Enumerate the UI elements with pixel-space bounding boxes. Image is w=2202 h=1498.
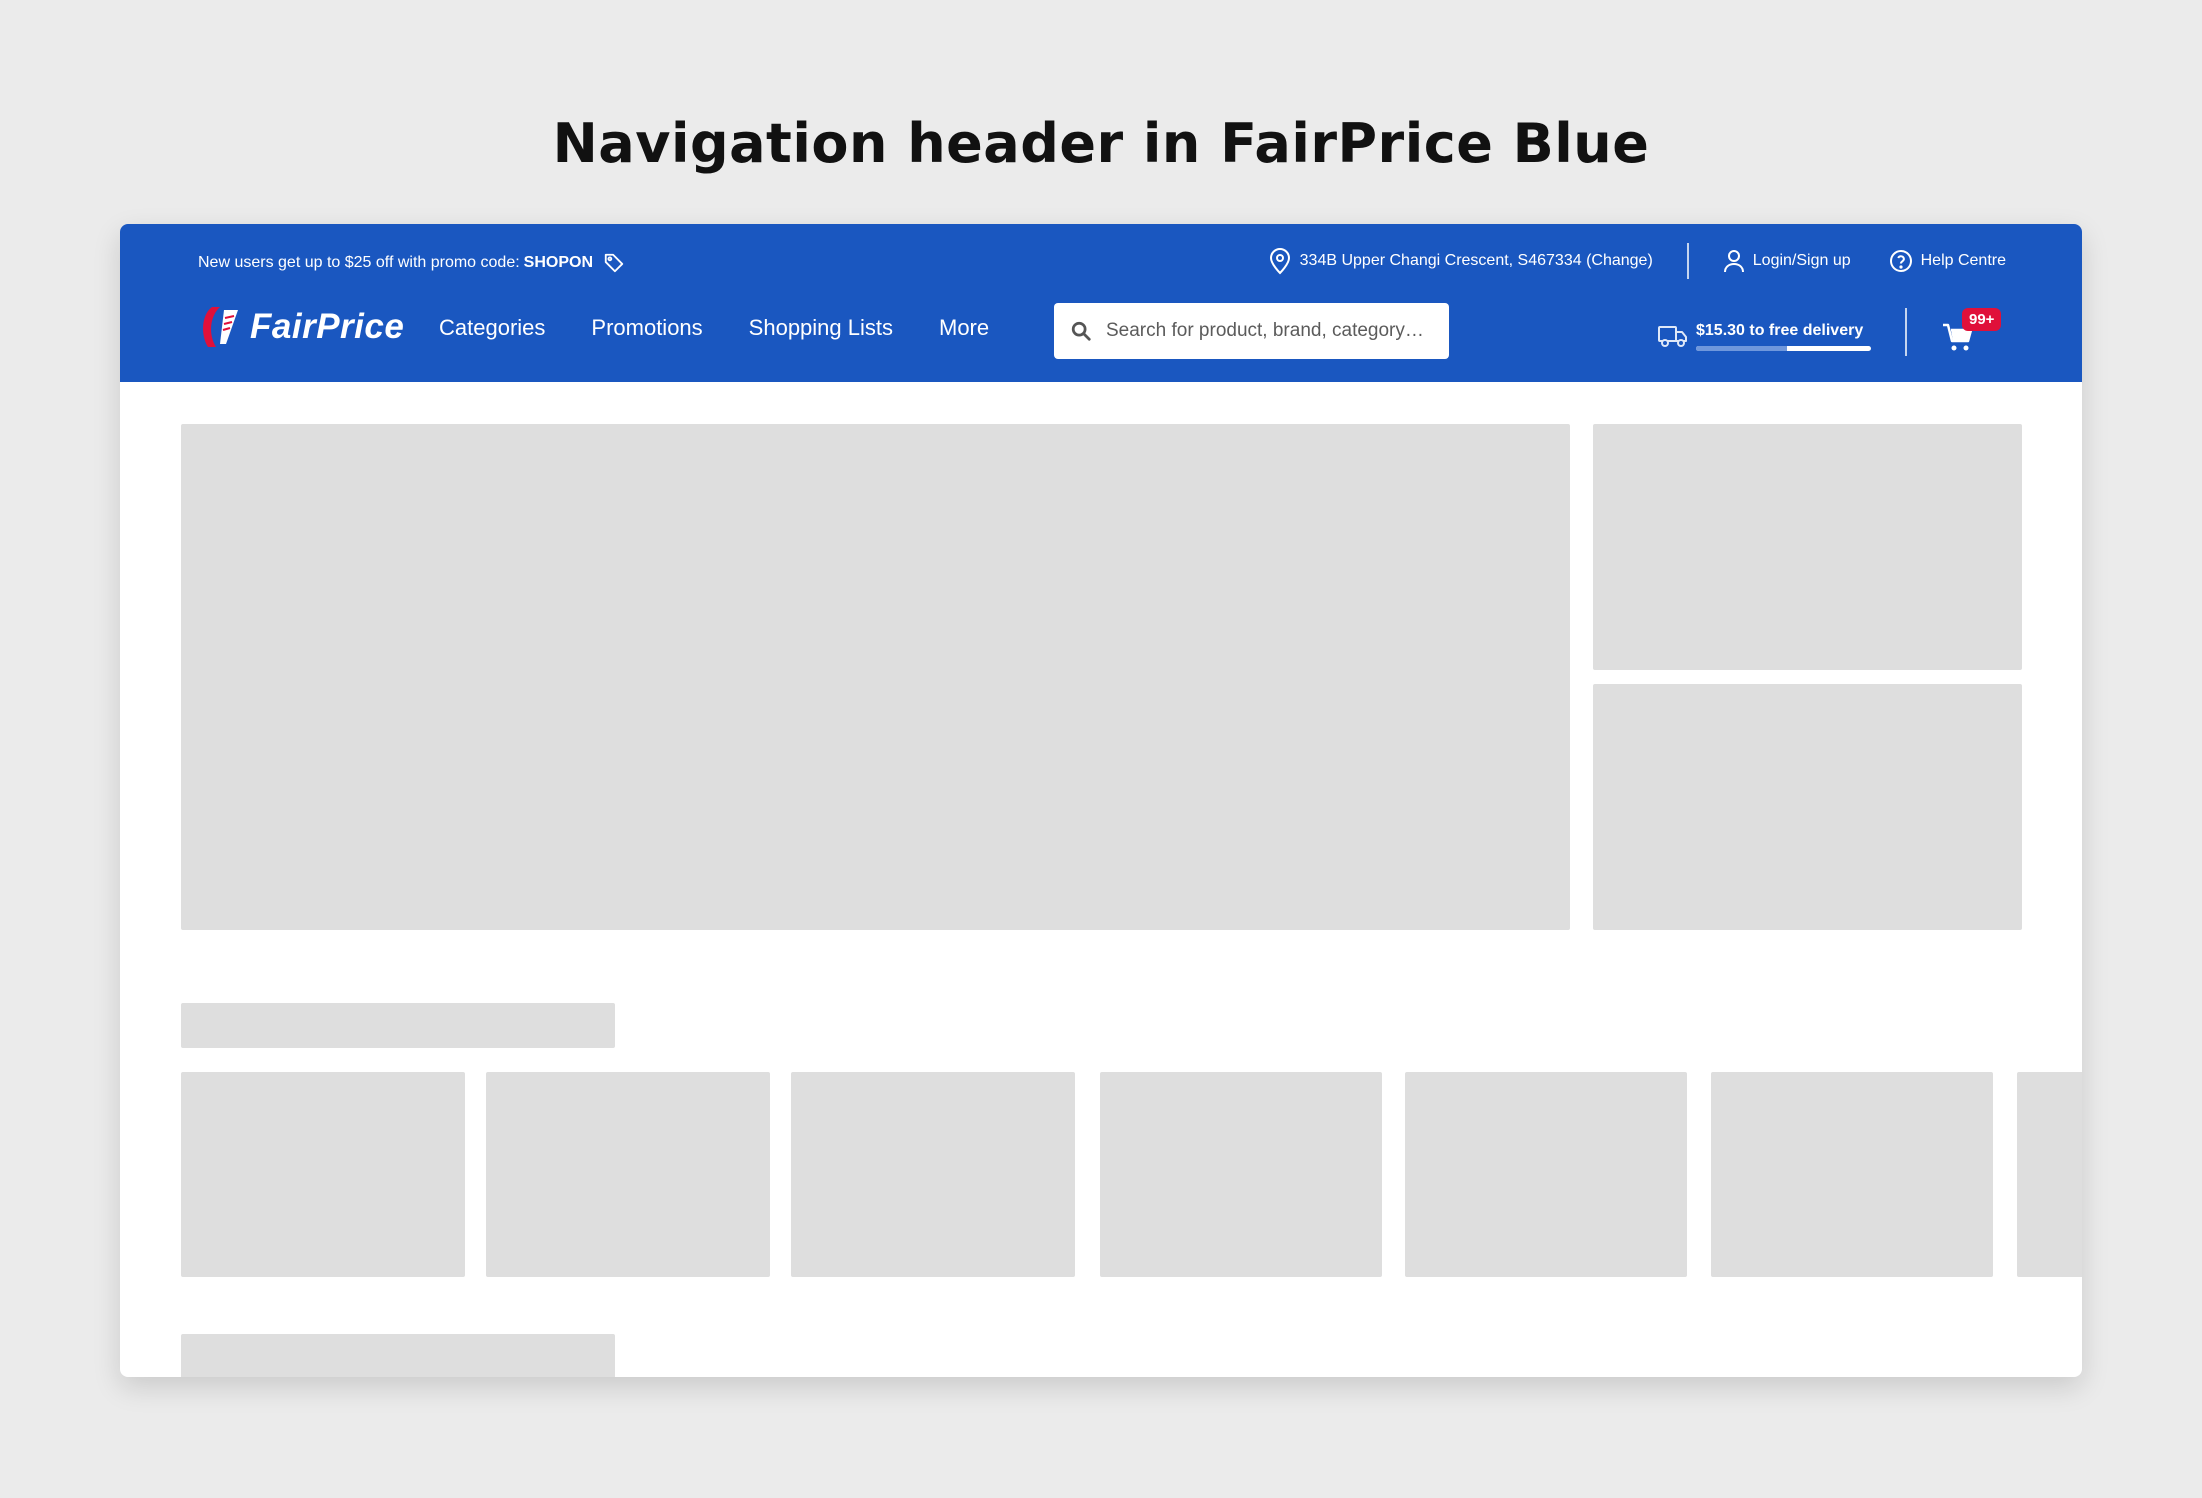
product-card-placeholder — [181, 1072, 465, 1277]
search-bar[interactable] — [1054, 303, 1449, 359]
product-card-placeholder — [486, 1072, 770, 1277]
hero-banner-placeholder — [181, 424, 1570, 930]
help-centre-link[interactable]: Help Centre — [1889, 249, 2006, 273]
search-icon — [1071, 321, 1091, 341]
nav-item-promotions[interactable]: Promotions — [591, 315, 702, 341]
help-circle-icon — [1889, 250, 1912, 272]
promo-code: SHOPON — [523, 254, 594, 271]
fairprice-logo-icon — [203, 307, 238, 347]
delivery-progress-bar — [1696, 345, 1871, 351]
promo-text: New users get up to $25 off with promo c… — [198, 254, 520, 271]
help-text: Help Centre — [1920, 252, 2006, 269]
promo-banner[interactable]: New users get up to $25 off with promo c… — [198, 248, 625, 278]
product-card-placeholder — [1711, 1072, 1993, 1277]
delivery-progress-fill — [1696, 345, 1787, 351]
top-right-links: 334B Upper Changi Crescent, S467334 (Cha… — [1268, 242, 2006, 280]
divider — [1905, 308, 1907, 356]
tag-icon — [603, 252, 625, 274]
free-delivery-progress[interactable]: $15.30 to free delivery — [1658, 316, 1871, 356]
login-text: Login/Sign up — [1752, 252, 1851, 269]
search-input[interactable] — [1106, 320, 1436, 342]
product-card-placeholder — [1405, 1072, 1687, 1277]
delivery-truck-icon — [1658, 326, 1687, 347]
cart-count-badge: 99+ — [1962, 308, 2002, 331]
side-banner-placeholder — [1593, 424, 2022, 670]
browser-frame: New users get up to $25 off with promo c… — [120, 224, 2082, 1377]
delivery-text: $15.30 to free delivery — [1696, 321, 1864, 339]
product-card-placeholder — [2017, 1072, 2082, 1277]
side-banner-placeholder — [1593, 684, 2022, 930]
user-icon — [1723, 250, 1744, 273]
product-card-placeholder — [791, 1072, 1075, 1277]
login-signup-link[interactable]: Login/Sign up — [1723, 249, 1851, 273]
navigation-header: New users get up to $25 off with promo c… — [120, 224, 2082, 382]
location-pin-icon — [1269, 248, 1290, 275]
nav-item-shopping-lists[interactable]: Shopping Lists — [749, 315, 893, 341]
nav-item-categories[interactable]: Categories — [439, 315, 545, 341]
main-nav: Categories Promotions Shopping Lists Mor… — [439, 310, 1035, 346]
logo-text: FairPrice — [250, 307, 405, 346]
delivery-address[interactable]: 334B Upper Changi Crescent, S467334 (Cha… — [1268, 247, 1653, 275]
section-title-placeholder — [181, 1334, 615, 1377]
fairprice-logo[interactable]: FairPrice — [198, 304, 404, 350]
nav-item-more[interactable]: More — [939, 315, 989, 341]
divider — [1686, 243, 1689, 279]
section-title-placeholder — [181, 1003, 615, 1048]
address-text: 334B Upper Changi Crescent, S467334 (Cha… — [1299, 252, 1653, 269]
product-card-placeholder — [1100, 1072, 1382, 1277]
page-title: Navigation header in FairPrice Blue — [552, 112, 1650, 175]
